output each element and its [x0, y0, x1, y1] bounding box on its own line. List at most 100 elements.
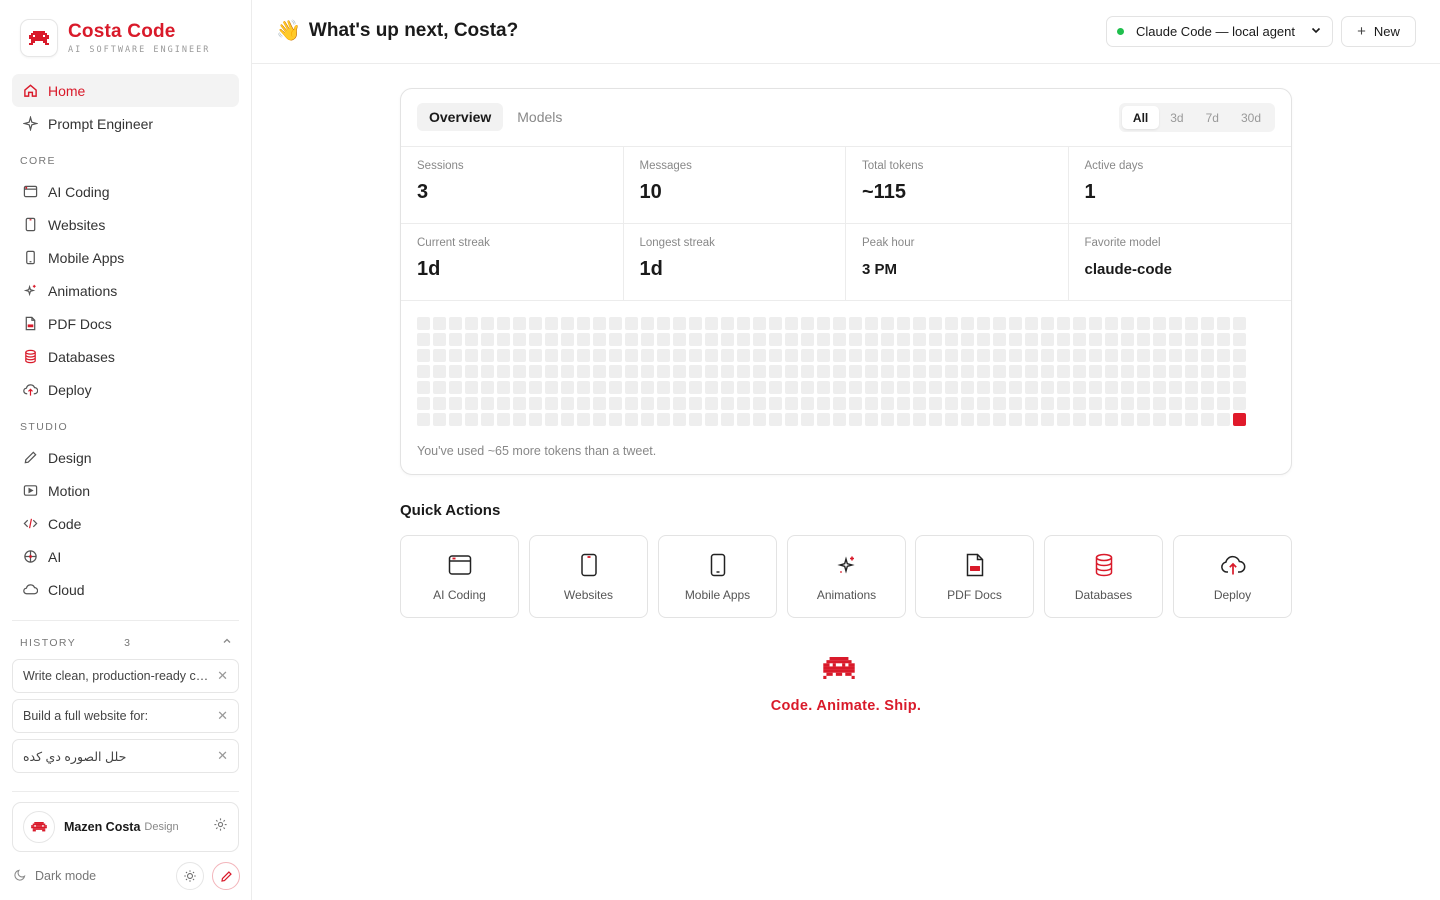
tab-overview[interactable]: Overview — [417, 103, 504, 131]
range-all[interactable]: All — [1121, 106, 1160, 129]
history-item[interactable]: حلل الصوره دي كده ✕ — [12, 739, 239, 773]
heatmap-cell — [529, 381, 542, 394]
heatmap-cell — [417, 397, 430, 410]
heatmap-cell — [1073, 381, 1086, 394]
heatmap-cell — [545, 349, 558, 362]
nav-code[interactable]: Code — [12, 507, 239, 540]
quick-action-animations[interactable]: Animations — [787, 535, 906, 618]
range-30d[interactable]: 30d — [1230, 106, 1272, 129]
edit-button[interactable] — [212, 862, 240, 890]
heatmap-cell — [897, 397, 910, 410]
heatmap-cell — [833, 397, 846, 410]
nav-deploy[interactable]: Deploy — [12, 373, 239, 406]
heatmap-cell — [849, 317, 862, 330]
heatmap-cell — [593, 397, 606, 410]
heatmap-cell — [529, 413, 542, 426]
quick-action-label: Animations — [816, 587, 877, 602]
chevron-up-icon[interactable] — [222, 636, 232, 649]
pen-icon — [21, 449, 39, 467]
heatmap-cell — [593, 413, 606, 426]
nav-mobile-apps[interactable]: Mobile Apps — [12, 241, 239, 274]
stat-messages: Messages 10 — [624, 147, 846, 223]
heatmap-cell — [865, 381, 878, 394]
nav-prompt-engineer[interactable]: Prompt Engineer — [12, 107, 239, 140]
heatmap-cell — [817, 349, 830, 362]
nav-cloud-label: Cloud — [48, 581, 85, 598]
quick-action-databases[interactable]: Databases — [1044, 535, 1163, 618]
heatmap-cell — [1217, 349, 1230, 362]
heatmap-cell — [561, 381, 574, 394]
nav-pdf-docs[interactable]: PDF Docs — [12, 307, 239, 340]
heatmap-cell — [1137, 397, 1150, 410]
heatmap-cell — [705, 365, 718, 378]
heatmap-cell — [1009, 333, 1022, 346]
quick-action-websites[interactable]: Websites — [529, 535, 648, 618]
range-3d[interactable]: 3d — [1159, 106, 1194, 129]
heatmap-cell — [449, 413, 462, 426]
chevron-down-icon — [1310, 24, 1322, 39]
heatmap-cell — [529, 365, 542, 378]
dark-mode-row[interactable]: Dark mode — [14, 862, 240, 890]
heatmap-cell — [753, 317, 766, 330]
brand-subtitle: AI SOFTWARE ENGINEER — [68, 45, 211, 55]
gear-icon[interactable] — [213, 817, 228, 837]
nav-home-label: Home — [48, 82, 86, 99]
range-7d[interactable]: 7d — [1195, 106, 1230, 129]
nav-design[interactable]: Design — [12, 441, 239, 474]
new-button[interactable]: + New — [1341, 16, 1416, 47]
quick-action-pdf-docs[interactable]: PDF Docs — [915, 535, 1034, 618]
heatmap-cell — [577, 381, 590, 394]
close-icon[interactable]: ✕ — [217, 708, 228, 724]
agent-select[interactable]: Claude Code — local agent — [1106, 16, 1333, 47]
quick-action-mobile-apps[interactable]: Mobile Apps — [658, 535, 777, 618]
nav-motion[interactable]: Motion — [12, 474, 239, 507]
nav-databases[interactable]: Databases — [12, 340, 239, 373]
heatmap-cell — [1089, 349, 1102, 362]
close-icon[interactable]: ✕ — [217, 748, 228, 764]
heatmap-cell — [433, 397, 446, 410]
close-icon[interactable]: ✕ — [217, 668, 228, 684]
heatmap-cell — [881, 397, 894, 410]
heatmap-cell — [721, 413, 734, 426]
nav-cloud[interactable]: Cloud — [12, 573, 239, 606]
heatmap-cell — [993, 349, 1006, 362]
heatmap-cell — [1041, 365, 1054, 378]
heatmap-cell — [897, 381, 910, 394]
history-header[interactable]: HISTORY 3 — [20, 636, 232, 649]
tab-models[interactable]: Models — [505, 103, 574, 131]
user-card[interactable]: Mazen Costa Design — [12, 802, 239, 852]
quick-action-ai-coding[interactable]: AI Coding — [400, 535, 519, 618]
heatmap-cell — [689, 381, 702, 394]
heatmap-cell — [433, 349, 446, 362]
history-item[interactable]: Build a full website for: ✕ — [12, 699, 239, 733]
heatmap-cell — [657, 349, 670, 362]
heatmap-cell — [449, 397, 462, 410]
quick-action-deploy[interactable]: Deploy — [1173, 535, 1292, 618]
history-item-text: Build a full website for: — [23, 709, 149, 723]
section-core-label: CORE — [20, 155, 56, 167]
quick-actions-title: Quick Actions — [400, 502, 501, 519]
heatmap-cell — [753, 365, 766, 378]
heatmap-cell — [881, 413, 894, 426]
heatmap-cell — [449, 317, 462, 330]
heatmap-cell — [753, 333, 766, 346]
nav-websites[interactable]: Websites — [12, 208, 239, 241]
heatmap-cell — [1137, 333, 1150, 346]
history-item[interactable]: Write clean, production-ready code for: … — [12, 659, 239, 693]
heatmap-cell — [689, 333, 702, 346]
nav-ai-coding[interactable]: AI Coding — [12, 175, 239, 208]
avatar — [23, 811, 55, 843]
heatmap-cell — [497, 381, 510, 394]
brand[interactable]: Costa Code AI SOFTWARE ENGINEER — [20, 19, 210, 57]
heatmap-cell — [897, 413, 910, 426]
heatmap-cell — [529, 333, 542, 346]
heatmap-cell — [625, 333, 638, 346]
heatmap-cell — [657, 413, 670, 426]
theme-toggle-button[interactable] — [176, 862, 204, 890]
nav-animations[interactable]: Animations — [12, 274, 239, 307]
heatmap-cell — [801, 381, 814, 394]
heatmap-cell — [913, 365, 926, 378]
heatmap-cell — [1185, 365, 1198, 378]
nav-home[interactable]: Home — [12, 74, 239, 107]
nav-ai[interactable]: AI — [12, 540, 239, 573]
